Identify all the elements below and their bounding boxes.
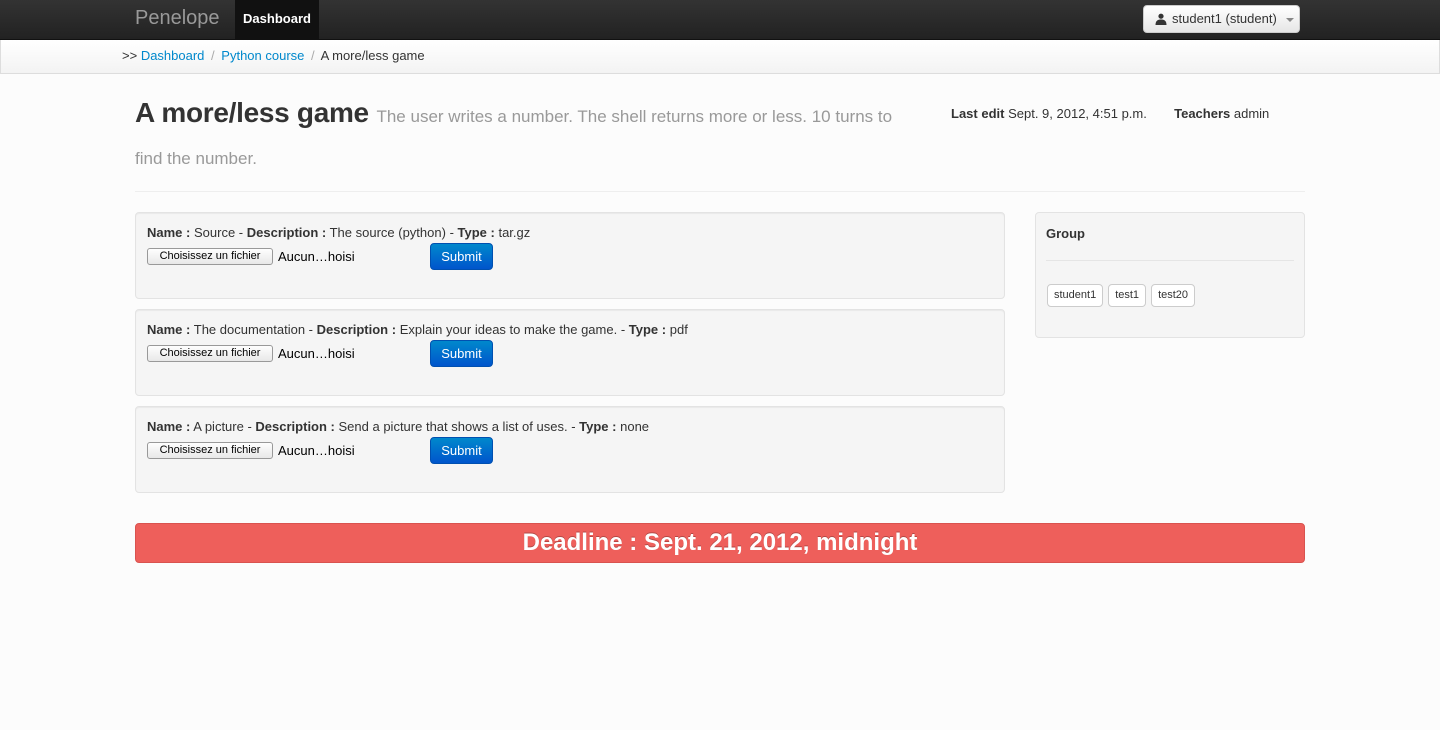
group-title: Group: [1046, 226, 1085, 241]
name-label: Name :: [147, 225, 191, 240]
upload-name: A picture: [193, 419, 244, 434]
chevron-down-icon: [1285, 18, 1294, 22]
breadcrumb-bar: >> Dashboard / Python course / A more/le…: [0, 40, 1440, 74]
brand-logo[interactable]: Penelope: [135, 7, 220, 30]
upload-info: Name : The documentation - Description :…: [147, 322, 688, 337]
upload-description: The source (python): [329, 225, 446, 240]
breadcrumb-separator: /: [311, 48, 315, 63]
file-status: Aucun…hoisi: [278, 346, 355, 361]
separator: -: [445, 225, 458, 240]
description-label: Description :: [255, 419, 335, 434]
separator: -: [617, 322, 629, 337]
type-label: Type :: [457, 225, 495, 240]
last-edit-label: Last edit: [951, 106, 1005, 121]
file-status: Aucun…hoisi: [278, 249, 355, 264]
description-label: Description :: [246, 225, 327, 240]
upload-info: Name : Source - Description : The source…: [147, 225, 530, 240]
user-menu-button[interactable]: student1 (student): [1143, 5, 1300, 33]
upload-info: Name : A picture - Description : Send a …: [147, 419, 649, 434]
breadcrumb-separator: /: [211, 48, 215, 63]
upload-description: Explain your ideas to make the game.: [399, 322, 618, 337]
group-divider: [1046, 260, 1294, 261]
breadcrumb: >> Dashboard / Python course / A more/le…: [122, 48, 425, 63]
type-label: Type :: [579, 419, 617, 434]
submit-button[interactable]: Submit: [430, 340, 493, 367]
group-member-tag: student1: [1047, 284, 1104, 307]
top-navbar: Penelope Dashboard student1 (student): [0, 0, 1440, 40]
upload-form-documentation: Name : The documentation - Description :…: [135, 309, 1005, 396]
upload-form-source: Name : Source - Description : The source…: [135, 212, 1005, 299]
deadline-banner: Deadline : Sept. 21, 2012, midnight: [135, 523, 1305, 563]
user-icon: [1155, 13, 1167, 25]
page-header: A more/less game The user writes a numbe…: [135, 92, 895, 180]
name-label: Name :: [147, 419, 191, 434]
choose-file-button[interactable]: Choisissez un fichier: [147, 345, 273, 362]
file-status: Aucun…hoisi: [278, 443, 355, 458]
upload-name: Source: [193, 225, 236, 240]
breadcrumb-current: A more/less game: [320, 48, 425, 63]
submit-button[interactable]: Submit: [430, 243, 493, 270]
breadcrumb-link-dashboard[interactable]: Dashboard: [141, 48, 205, 63]
teachers-value: admin: [1233, 106, 1270, 121]
nav-item-dashboard[interactable]: Dashboard: [235, 0, 319, 40]
last-edit-value: Sept. 9, 2012, 4:51 p.m.: [1008, 106, 1147, 121]
breadcrumb-prefix: >>: [122, 48, 138, 63]
header-divider: [135, 191, 1305, 192]
assignment-meta: Last edit Sept. 9, 2012, 4:51 p.m. Teach…: [951, 106, 1269, 121]
upload-type: pdf: [669, 322, 688, 337]
upload-type: none: [620, 419, 650, 434]
choose-file-button[interactable]: Choisissez un fichier: [147, 442, 273, 459]
upload-description: Send a picture that shows a list of uses…: [338, 419, 568, 434]
group-member-tag: test1: [1108, 284, 1147, 307]
type-label: Type :: [628, 322, 667, 337]
teachers-label: Teachers: [1174, 106, 1231, 121]
upload-type: tar.gz: [498, 225, 531, 240]
page-title: A more/less game: [135, 97, 369, 128]
submit-button[interactable]: Submit: [430, 437, 493, 464]
description-label: Description :: [316, 322, 397, 337]
name-label: Name :: [147, 322, 191, 337]
group-member-tag: test20: [1151, 284, 1196, 307]
user-menu-label: student1 (student): [1172, 11, 1277, 26]
separator: -: [235, 225, 247, 240]
breadcrumb-link-course[interactable]: Python course: [221, 48, 304, 63]
upload-form-picture: Name : A picture - Description : Send a …: [135, 406, 1005, 493]
separator: -: [305, 322, 317, 337]
group-panel: Group student1 test1 test20: [1035, 212, 1305, 338]
choose-file-button[interactable]: Choisissez un fichier: [147, 248, 273, 265]
separator: -: [567, 419, 580, 434]
separator: -: [243, 419, 256, 434]
group-members: student1 test1 test20: [1047, 284, 1196, 307]
upload-name: The documentation: [193, 322, 306, 337]
